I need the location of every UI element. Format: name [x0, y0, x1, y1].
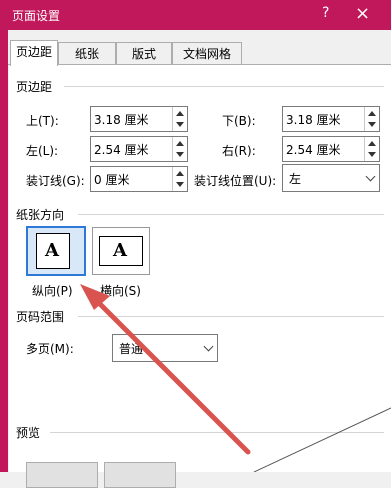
tab-margins[interactable]: 页边距: [10, 40, 58, 66]
diagonal-line: [253, 407, 391, 472]
red-arrow-shaft: [89, 293, 251, 455]
annotation-overlay: [80, 284, 391, 472]
